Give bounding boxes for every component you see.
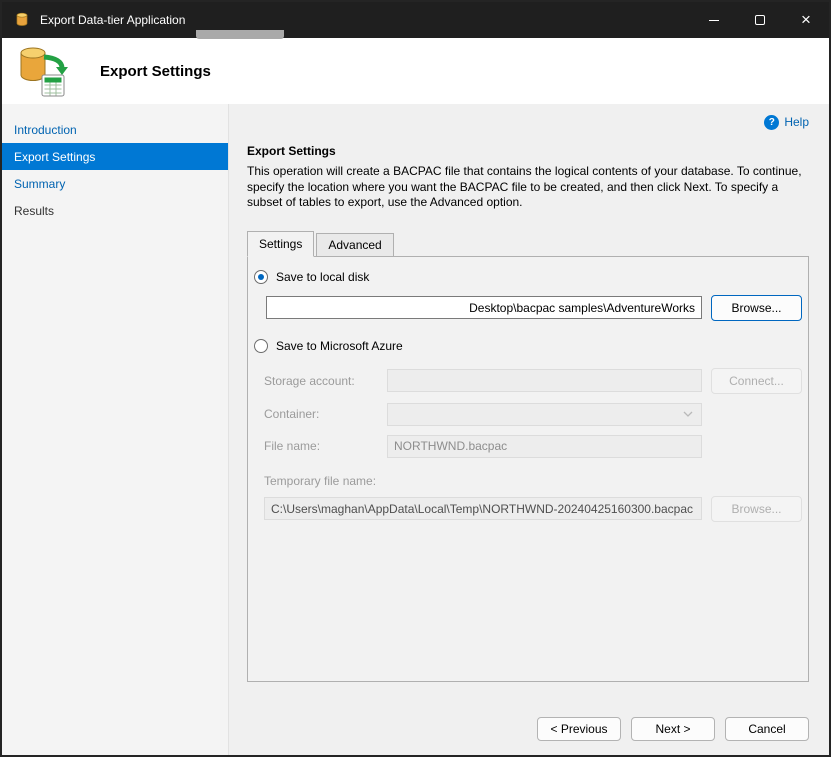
container-row: Container: xyxy=(264,403,802,426)
wizard-body: Introduction Export Settings Summary Res… xyxy=(2,104,829,755)
storage-account-row: Storage account: Connect... xyxy=(264,368,802,394)
tab-advanced[interactable]: Advanced xyxy=(316,233,393,257)
container-dropdown xyxy=(387,403,702,426)
help-link[interactable]: Help xyxy=(784,115,809,129)
export-data-tier-application-window: Export Data-tier Application × Export Se… xyxy=(0,0,831,757)
sidebar-item-results[interactable]: Results xyxy=(2,197,228,224)
save-to-local-disk-radio[interactable]: Save to local disk xyxy=(254,267,802,287)
temporary-file-name-label: Temporary file name: xyxy=(264,474,802,489)
window-controls: × xyxy=(691,2,829,38)
file-name-label: File name: xyxy=(264,439,387,453)
sidebar-item-introduction[interactable]: Introduction xyxy=(2,116,228,143)
sidebar-item-summary[interactable]: Summary xyxy=(2,170,228,197)
tab-strip: Settings Advanced xyxy=(247,231,809,257)
section-title: Export Settings xyxy=(247,144,809,158)
temporary-file-row: Browse... xyxy=(264,496,802,522)
save-to-azure-label: Save to Microsoft Azure xyxy=(276,339,403,353)
minimize-icon xyxy=(709,20,719,21)
local-path-row: Browse... xyxy=(266,295,802,321)
maximize-icon xyxy=(755,15,765,25)
close-button[interactable]: × xyxy=(783,2,829,38)
maximize-button[interactable] xyxy=(737,2,783,38)
titlebar-artifact xyxy=(196,30,284,39)
save-to-local-disk-label: Save to local disk xyxy=(276,270,369,284)
save-to-azure-radio[interactable]: Save to Microsoft Azure xyxy=(254,336,802,356)
chevron-down-icon xyxy=(683,411,693,417)
wizard-footer: < Previous Next > Cancel xyxy=(247,717,809,741)
window-title: Export Data-tier Application xyxy=(40,13,185,27)
container-label: Container: xyxy=(264,407,387,421)
help-icon[interactable]: ? xyxy=(764,115,779,130)
wizard-steps-sidebar: Introduction Export Settings Summary Res… xyxy=(2,104,229,755)
next-button[interactable]: Next > xyxy=(631,717,715,741)
settings-tab-panel: Save to local disk Browse... Save to Mic… xyxy=(247,256,809,682)
storage-account-input xyxy=(387,369,702,392)
tab-settings[interactable]: Settings xyxy=(247,231,314,257)
local-path-input[interactable] xyxy=(266,296,702,319)
app-database-icon xyxy=(14,12,30,28)
radio-unchecked-icon xyxy=(254,339,268,353)
close-icon: × xyxy=(801,15,811,25)
minimize-button[interactable] xyxy=(691,2,737,38)
previous-button[interactable]: < Previous xyxy=(537,717,621,741)
main-content: ? Help Export Settings This operation wi… xyxy=(229,104,829,755)
connect-button: Connect... xyxy=(711,368,802,394)
storage-account-label: Storage account: xyxy=(264,374,387,388)
cancel-button[interactable]: Cancel xyxy=(725,717,809,741)
radio-checked-icon xyxy=(254,270,268,284)
section-description: This operation will create a BACPAC file… xyxy=(247,164,809,211)
help-row: ? Help xyxy=(247,114,809,130)
file-name-row: File name: xyxy=(264,435,802,458)
temporary-file-input xyxy=(264,497,702,520)
sidebar-item-export-settings[interactable]: Export Settings xyxy=(2,143,228,170)
browse-temp-button: Browse... xyxy=(711,496,802,522)
file-name-input xyxy=(387,435,702,458)
wizard-header: Export Settings xyxy=(2,38,829,104)
titlebar: Export Data-tier Application × xyxy=(2,2,829,38)
export-database-icon xyxy=(16,44,68,98)
wizard-step-title: Export Settings xyxy=(100,63,211,80)
browse-local-button[interactable]: Browse... xyxy=(711,295,802,321)
